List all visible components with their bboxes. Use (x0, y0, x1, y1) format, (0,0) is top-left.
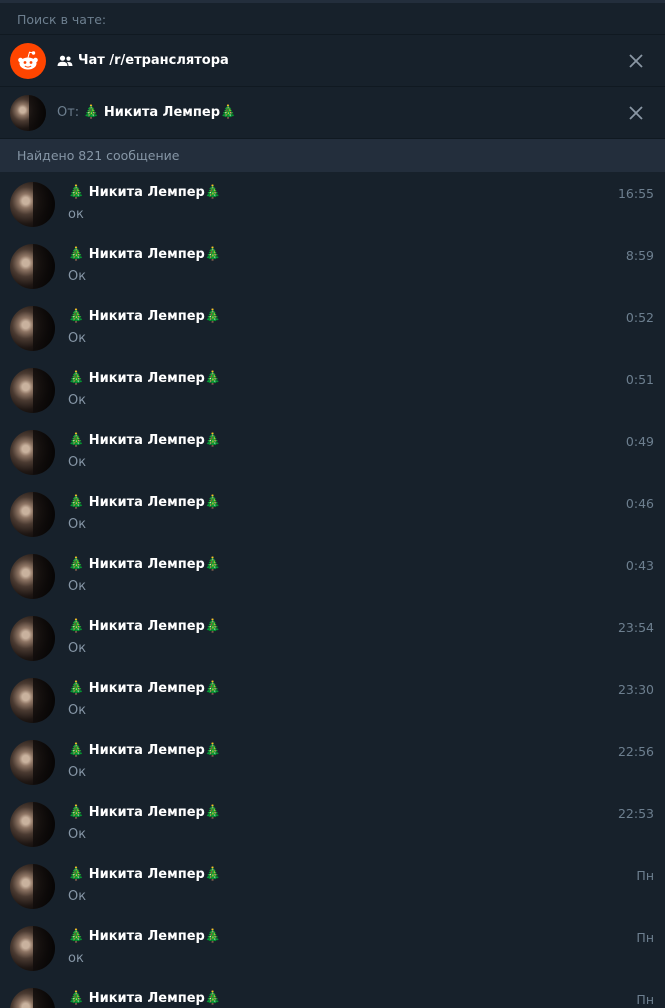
reddit-logo-icon (10, 42, 46, 79)
group-icon (57, 55, 73, 67)
message-text: Ок (68, 517, 87, 532)
message-text: Ок (68, 579, 87, 594)
message-time: 0:49 (625, 434, 654, 449)
avatar (10, 616, 55, 661)
message-time: 8:59 (625, 248, 654, 263)
avatar (10, 492, 55, 537)
message-sender: 🎄 Никита Лемпер🎄 (68, 184, 221, 200)
message-text: Ок (68, 331, 87, 346)
list-item[interactable]: 🎄 Никита Лемпер🎄 Ок 23:54 (0, 609, 665, 671)
list-item[interactable]: 🎄 Никита Лемпер🎄 Ок 8:59 (0, 237, 665, 299)
list-item[interactable]: 🎄 Никита Лемпер🎄 Ок 22:56 (0, 733, 665, 795)
chat-filter-label: Чат /r/етранслятора (57, 53, 229, 68)
results-count: Найдено 821 сообщение (17, 148, 180, 163)
message-sender: 🎄 Никита Лемпер🎄 (68, 618, 221, 634)
from-filter-label: От: 🎄 Никита Лемпер🎄 (57, 105, 236, 120)
message-text: Ок (68, 703, 87, 718)
list-item[interactable]: 🎄 Никита Лемпер🎄 ок Пн (0, 919, 665, 981)
message-time: Пн (636, 930, 654, 945)
message-time: Пн (636, 992, 654, 1007)
from-user-name: 🎄 Никита Лемпер🎄 (83, 105, 237, 120)
message-text: ок (68, 951, 84, 966)
message-text: Ок (68, 455, 87, 470)
message-sender: 🎄 Никита Лемпер🎄 (68, 246, 221, 262)
message-sender: 🎄 Никита Лемпер🎄 (68, 370, 221, 386)
message-text: Ок (68, 269, 87, 284)
message-sender: 🎄 Никита Лемпер🎄 (68, 866, 221, 882)
message-text: ок (68, 207, 84, 222)
search-results-list: 🎄 Никита Лемпер🎄 ок 16:55 🎄 Никита Лемпе… (0, 172, 665, 1008)
close-icon[interactable] (627, 52, 645, 70)
avatar (10, 988, 55, 1008)
message-sender: 🎄 Никита Лемпер🎄 (68, 990, 221, 1006)
list-item[interactable]: 🎄 Никита Лемпер🎄 Ок 0:51 (0, 361, 665, 423)
message-sender: 🎄 Никита Лемпер🎄 (68, 680, 221, 696)
close-icon[interactable] (627, 104, 645, 122)
avatar (10, 94, 46, 131)
message-text: Ок (68, 827, 87, 842)
message-time: Пн (636, 868, 654, 883)
from-filter-row[interactable]: От: 🎄 Никита Лемпер🎄 (0, 87, 665, 139)
message-time: 16:55 (617, 186, 654, 201)
avatar (10, 244, 55, 289)
message-time: 23:54 (617, 620, 654, 635)
list-item[interactable]: 🎄 Никита Лемпер🎄 Пн (0, 981, 665, 1008)
list-item[interactable]: 🎄 Никита Лемпер🎄 Ок 0:49 (0, 423, 665, 485)
message-sender: 🎄 Никита Лемпер🎄 (68, 804, 221, 820)
avatar (10, 306, 55, 351)
message-time: 0:43 (625, 558, 654, 573)
message-time: 0:46 (625, 496, 654, 511)
message-text: Ок (68, 765, 87, 780)
message-sender: 🎄 Никита Лемпер🎄 (68, 308, 221, 324)
chat-filter-row[interactable]: Чат /r/етранслятора (0, 35, 665, 87)
message-text: Ок (68, 393, 87, 408)
message-text: Ок (68, 889, 87, 904)
avatar (10, 926, 55, 971)
avatar (10, 430, 55, 475)
from-prefix: От: (57, 105, 80, 120)
message-sender: 🎄 Никита Лемпер🎄 (68, 432, 221, 448)
list-item[interactable]: 🎄 Никита Лемпер🎄 Ок 0:43 (0, 547, 665, 609)
avatar (10, 864, 55, 909)
message-text: Ок (68, 641, 87, 656)
avatar (10, 802, 55, 847)
message-sender: 🎄 Никита Лемпер🎄 (68, 556, 221, 572)
message-time: 0:52 (625, 310, 654, 325)
search-in-chat-header: Поиск в чате: (0, 3, 665, 35)
list-item[interactable]: 🎄 Никита Лемпер🎄 Ок Пн (0, 857, 665, 919)
list-item[interactable]: 🎄 Никита Лемпер🎄 Ок 0:46 (0, 485, 665, 547)
message-time: 22:56 (617, 744, 654, 759)
list-item[interactable]: 🎄 Никита Лемпер🎄 ок 16:55 (0, 175, 665, 237)
avatar (10, 740, 55, 785)
list-item[interactable]: 🎄 Никита Лемпер🎄 Ок 0:52 (0, 299, 665, 361)
avatar (10, 368, 55, 413)
message-sender: 🎄 Никита Лемпер🎄 (68, 742, 221, 758)
message-time: 22:53 (617, 806, 654, 821)
results-count-bar: Найдено 821 сообщение (0, 139, 665, 172)
avatar (10, 182, 55, 227)
avatar (10, 554, 55, 599)
message-time: 23:30 (617, 682, 654, 697)
chat-filter-name: Чат /r/етранслятора (78, 53, 229, 68)
message-time: 0:51 (625, 372, 654, 387)
list-item[interactable]: 🎄 Никита Лемпер🎄 Ок 22:53 (0, 795, 665, 857)
list-item[interactable]: 🎄 Никита Лемпер🎄 Ок 23:30 (0, 671, 665, 733)
avatar (10, 678, 55, 723)
search-header-label: Поиск в чате: (17, 12, 107, 27)
message-sender: 🎄 Никита Лемпер🎄 (68, 928, 221, 944)
message-sender: 🎄 Никита Лемпер🎄 (68, 494, 221, 510)
